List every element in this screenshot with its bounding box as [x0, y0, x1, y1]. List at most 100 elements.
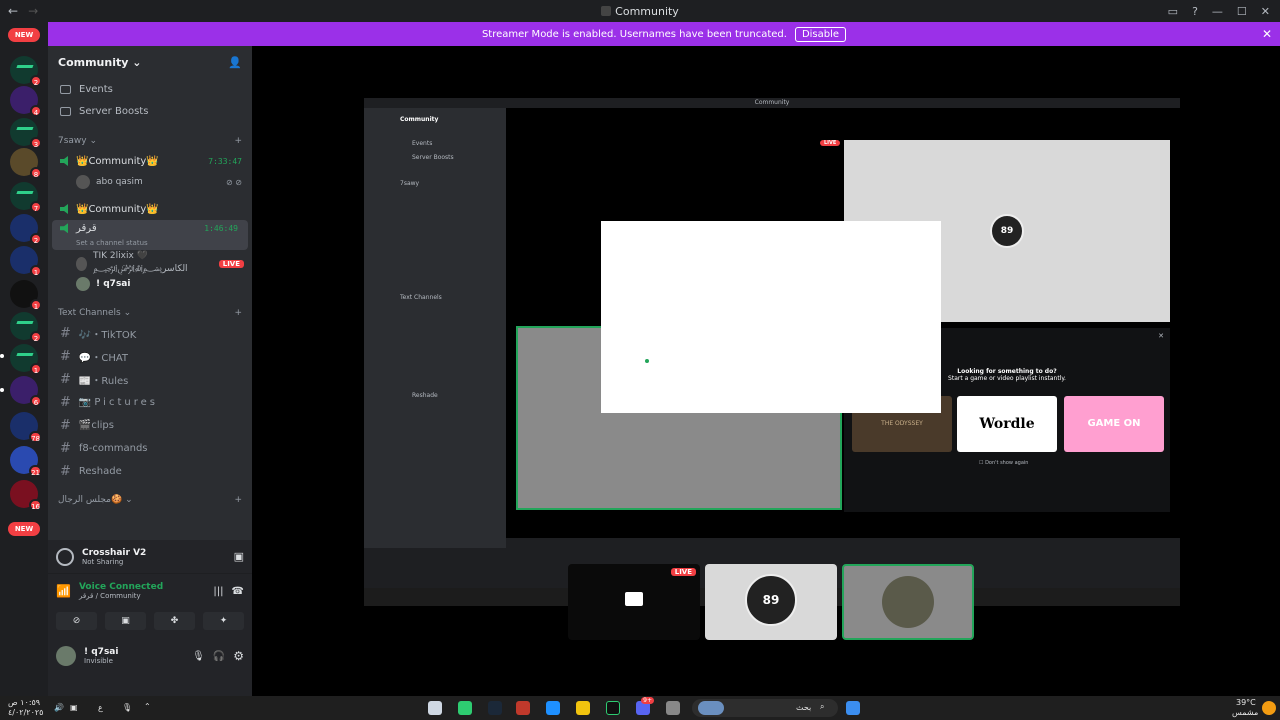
- voice-status[interactable]: Voice Connected: [79, 582, 163, 592]
- edge-icon[interactable]: [546, 701, 560, 715]
- server-icon[interactable]: 1: [10, 344, 42, 375]
- voice-member[interactable]: ! q7sai: [48, 274, 252, 294]
- add-channel-icon[interactable]: +: [234, 136, 242, 146]
- minimize-button[interactable]: —: [1212, 5, 1223, 18]
- disconnect-icon[interactable]: ☎: [232, 586, 244, 597]
- disable-button[interactable]: Disable: [794, 26, 847, 42]
- stream-thumbnail[interactable]: LIVE: [568, 564, 700, 640]
- app-icon[interactable]: [516, 701, 530, 715]
- avatar[interactable]: [56, 646, 76, 666]
- chevron-up-icon[interactable]: ⌃: [144, 702, 151, 711]
- weather-sun-icon[interactable]: [1262, 701, 1276, 715]
- settings-gear-icon[interactable]: ⚙: [233, 649, 244, 663]
- clock-date[interactable]: ٤/٠٢/٢٠٢٥: [8, 708, 43, 717]
- avatar: [76, 257, 87, 271]
- invite-icon[interactable]: 👤: [228, 56, 242, 69]
- inbox-icon[interactable]: ▭: [1168, 5, 1178, 18]
- username[interactable]: ! q7sai: [84, 647, 118, 657]
- voice-channel[interactable]: 👑Community👑 7:33:47: [48, 150, 252, 172]
- close-button[interactable]: ✕: [1261, 5, 1270, 18]
- category-text[interactable]: Text Channels ⌄ +: [48, 304, 252, 322]
- clock-time[interactable]: ١٠:٥٩ ص: [8, 698, 40, 707]
- language-indicator[interactable]: ع: [98, 703, 103, 712]
- speaker-icon: [60, 223, 68, 234]
- file-explorer-icon[interactable]: [576, 701, 590, 715]
- calendar-icon: [60, 84, 71, 94]
- server-icon[interactable]: 4: [10, 86, 42, 117]
- weather-temp[interactable]: 39°C: [1236, 698, 1256, 707]
- text-channel[interactable]: # Reshade: [48, 460, 252, 483]
- server-icon[interactable]: 8: [10, 148, 42, 179]
- maximize-button[interactable]: ☐: [1237, 5, 1247, 18]
- text-channel[interactable]: # 📷Pictures: [48, 391, 252, 414]
- participant-thumbnail[interactable]: 89: [705, 564, 837, 640]
- headphones-icon[interactable]: 🎧: [213, 651, 225, 662]
- banner-close-icon[interactable]: ✕: [1262, 27, 1272, 41]
- inner-boosts: Server Boosts: [412, 154, 454, 161]
- start-menu-icon[interactable]: [846, 701, 860, 715]
- camera-off-button[interactable]: ⊘: [56, 612, 97, 630]
- close-icon[interactable]: ✕: [1158, 332, 1164, 340]
- server-icon[interactable]: 7: [10, 182, 42, 213]
- activities-button[interactable]: ✤: [154, 612, 195, 630]
- inner-live-badge: LIVE: [820, 140, 841, 146]
- inner-window-title: Community: [754, 99, 790, 106]
- taskbar-search[interactable]: بحث ⌕: [692, 699, 838, 717]
- avatar: 89: [990, 214, 1024, 248]
- new-pill[interactable]: NEW: [8, 28, 40, 42]
- server-icon[interactable]: 6: [10, 376, 42, 407]
- stream-video[interactable]: Community Community Events Server Boosts…: [364, 98, 1180, 606]
- voice-channel[interactable]: 👑Community👑: [48, 198, 252, 220]
- category-bottom[interactable]: مجلس الرجال🍪 ⌄ +: [48, 491, 252, 509]
- dont-show-checkbox[interactable]: ☐ Don't show again: [979, 460, 1028, 466]
- mic-icon[interactable]: 🎙: [122, 703, 132, 712]
- server-icon[interactable]: 3: [10, 118, 42, 149]
- add-channel-icon[interactable]: +: [234, 308, 242, 318]
- microphone-icon[interactable]: 🎙: [192, 651, 205, 662]
- category-voice[interactable]: 7sawy ⌄ +: [48, 132, 252, 150]
- voice-channel-active[interactable]: قرقر 1:46:49 Set a channel status: [52, 220, 248, 250]
- volume-icon[interactable]: 🔊: [54, 703, 64, 712]
- server-icon[interactable]: 2: [10, 214, 42, 245]
- activity-tile[interactable]: Wordle: [957, 396, 1057, 452]
- guild-header[interactable]: Community ⌄ 👤: [48, 46, 252, 78]
- app-icon[interactable]: [606, 701, 620, 715]
- app-icon[interactable]: [666, 701, 680, 715]
- add-channel-icon[interactable]: +: [234, 495, 242, 505]
- server-icon[interactable]: 1: [10, 280, 42, 311]
- title-bar: ← → Community ▭ ? — ☐ ✕: [0, 0, 1280, 22]
- voice-member[interactable]: abo qasim ⊘ ⊘: [48, 172, 252, 192]
- server-icon[interactable]: 21: [10, 446, 42, 477]
- participant-thumbnail-selected[interactable]: [842, 564, 974, 640]
- xbox-app-icon[interactable]: [458, 701, 472, 715]
- help-icon[interactable]: ?: [1192, 5, 1198, 18]
- server-icon[interactable]: 2: [10, 312, 42, 343]
- weather-desc[interactable]: مشمس: [1232, 708, 1258, 717]
- server-icon[interactable]: 16: [10, 480, 42, 511]
- text-channel[interactable]: # 🎬clips: [48, 414, 252, 437]
- soundboard-button[interactable]: ✦: [203, 612, 244, 630]
- noise-suppression-icon[interactable]: |||: [213, 586, 223, 597]
- server-icon[interactable]: 2: [10, 56, 42, 87]
- text-channel[interactable]: # 🎶・TikTOK: [48, 322, 252, 345]
- mention-badge: 4: [30, 105, 42, 117]
- server-icon[interactable]: 1: [10, 246, 42, 277]
- network-icon[interactable]: ▣: [70, 703, 78, 712]
- text-channel[interactable]: # 💬・CHAT: [48, 345, 252, 368]
- hash-icon: #: [60, 418, 71, 433]
- voice-channel-name[interactable]: قرقر / Community: [79, 592, 163, 600]
- screen-share-button[interactable]: ▣: [105, 612, 146, 630]
- channel-status[interactable]: Set a channel status: [60, 239, 238, 247]
- server-boosts-item[interactable]: Server Boosts: [48, 100, 252, 122]
- discord-icon[interactable]: 9+: [636, 697, 654, 715]
- events-item[interactable]: Events: [48, 78, 252, 100]
- steam-icon[interactable]: [488, 701, 502, 715]
- new-pill[interactable]: NEW: [8, 522, 40, 536]
- task-view-icon[interactable]: [428, 701, 442, 715]
- share-screen-icon[interactable]: ▣: [234, 550, 244, 563]
- text-channel[interactable]: # 📰・Rules: [48, 368, 252, 391]
- activity-tile[interactable]: GAME ON: [1064, 396, 1164, 452]
- text-channel[interactable]: # f8-commands: [48, 437, 252, 460]
- server-icon[interactable]: 78: [10, 412, 42, 443]
- voice-member[interactable]: TIK 2lixix 🖤 ﷽الكاسر LIVE: [48, 251, 252, 274]
